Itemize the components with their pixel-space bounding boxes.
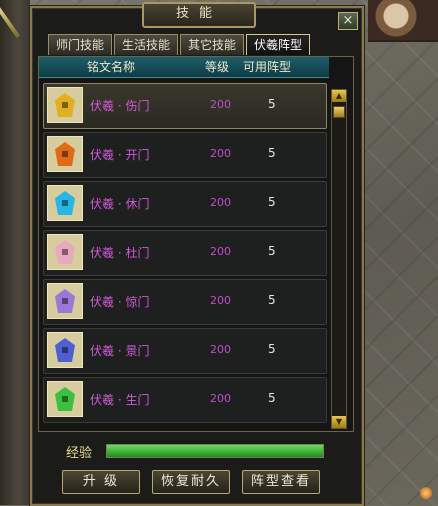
inscription-list: 铭文名称 等级 可用阵型 伏羲 · 伤门 200 5 伏羲 · 开门 200 5 伏羲 · …	[38, 56, 354, 432]
tab-other-skills[interactable]: 其它技能	[180, 34, 244, 55]
inscription-formation: 5	[268, 293, 276, 307]
header-formation: 可用阵型	[243, 60, 292, 74]
experience-bar	[106, 444, 324, 458]
experience-label: 经验	[66, 446, 93, 461]
inscription-gem-icon	[55, 191, 75, 215]
inscription-slot	[47, 87, 83, 123]
inscription-gem-icon	[55, 93, 75, 117]
inscription-level: 200	[210, 196, 231, 209]
header-name: 铭文名称	[87, 60, 136, 74]
window-title: 技能	[142, 2, 256, 28]
list-item[interactable]: 伏羲 · 生门 200 5	[43, 377, 327, 423]
inscription-name: 伏羲 · 生门	[90, 393, 150, 407]
list-item[interactable]: 伏羲 · 景门 200 5	[43, 328, 327, 374]
restore-durability-button[interactable]: 恢复耐久	[152, 470, 230, 494]
inscription-formation: 5	[268, 195, 276, 209]
list-header: 铭文名称 等级 可用阵型	[39, 57, 329, 78]
inscription-slot	[47, 332, 83, 368]
inscription-formation: 5	[268, 97, 276, 111]
inscription-level: 200	[210, 147, 231, 160]
scroll-up-icon[interactable]: ▲	[332, 90, 346, 102]
scrollbar[interactable]: ▲ ▼	[331, 89, 347, 429]
list-item[interactable]: 伏羲 · 伤门 200 5	[43, 83, 327, 129]
inscription-level: 200	[210, 245, 231, 258]
upgrade-button[interactable]: 升 级	[62, 470, 140, 494]
list-item[interactable]: 伏羲 · 开门 200 5	[43, 132, 327, 178]
inscription-gem-icon	[55, 338, 75, 362]
inscription-name: 伏羲 · 景门	[90, 344, 150, 358]
list-item[interactable]: 伏羲 · 惊门 200 5	[43, 279, 327, 325]
inscription-gem-icon	[55, 240, 75, 264]
close-button[interactable]: ×	[338, 12, 358, 30]
list-item[interactable]: 伏羲 · 杜门 200 5	[43, 230, 327, 276]
tab-school-skills[interactable]: 师门技能	[48, 34, 112, 55]
list-item[interactable]: 伏羲 · 休门 200 5	[43, 181, 327, 227]
inscription-name: 伏羲 · 伤门	[90, 99, 150, 113]
inscription-slot	[47, 234, 83, 270]
skills-window: 技能 × 师门技能 生活技能 其它技能 伏羲阵型 铭文名称 等级 可用阵型 伏羲…	[30, 2, 364, 506]
inscription-name: 伏羲 · 开门	[90, 148, 150, 162]
inscription-formation: 5	[268, 146, 276, 160]
site-watermark	[356, 487, 434, 501]
scroll-thumb[interactable]	[333, 106, 345, 118]
inscription-gem-icon	[55, 142, 75, 166]
inscription-gem-icon	[55, 387, 75, 411]
tab-life-skills[interactable]: 生活技能	[114, 34, 178, 55]
inscription-level: 200	[210, 343, 231, 356]
inscription-name: 伏羲 · 杜门	[90, 246, 150, 260]
experience-fill	[107, 445, 323, 457]
inscription-formation: 5	[268, 342, 276, 356]
character-portrait	[368, 0, 438, 42]
tab-fuxi-formation[interactable]: 伏羲阵型	[246, 34, 310, 55]
scroll-down-icon[interactable]: ▼	[332, 416, 346, 428]
inscription-formation: 5	[268, 244, 276, 258]
inscription-level: 200	[210, 98, 231, 111]
inscription-name: 伏羲 · 惊门	[90, 295, 150, 309]
inscription-slot	[47, 136, 83, 172]
watermark-logo-icon	[420, 487, 432, 499]
inscription-slot	[47, 185, 83, 221]
inscription-gem-icon	[55, 289, 75, 313]
inscription-level: 200	[210, 392, 231, 405]
inscription-slot	[47, 381, 83, 417]
inscription-name: 伏羲 · 休门	[90, 197, 150, 211]
experience-row: 经验	[66, 442, 346, 461]
tab-bar: 师门技能 生活技能 其它技能 伏羲阵型	[48, 34, 310, 56]
left-edge-frame	[0, 0, 30, 505]
inscription-level: 200	[210, 294, 231, 307]
sword-icon	[0, 6, 20, 38]
inscription-formation: 5	[268, 391, 276, 405]
view-formation-button[interactable]: 阵型查看	[242, 470, 320, 494]
header-level: 等级	[205, 60, 230, 74]
inscription-slot	[47, 283, 83, 319]
action-buttons: 升 级 恢复耐久 阵型查看	[62, 470, 342, 494]
